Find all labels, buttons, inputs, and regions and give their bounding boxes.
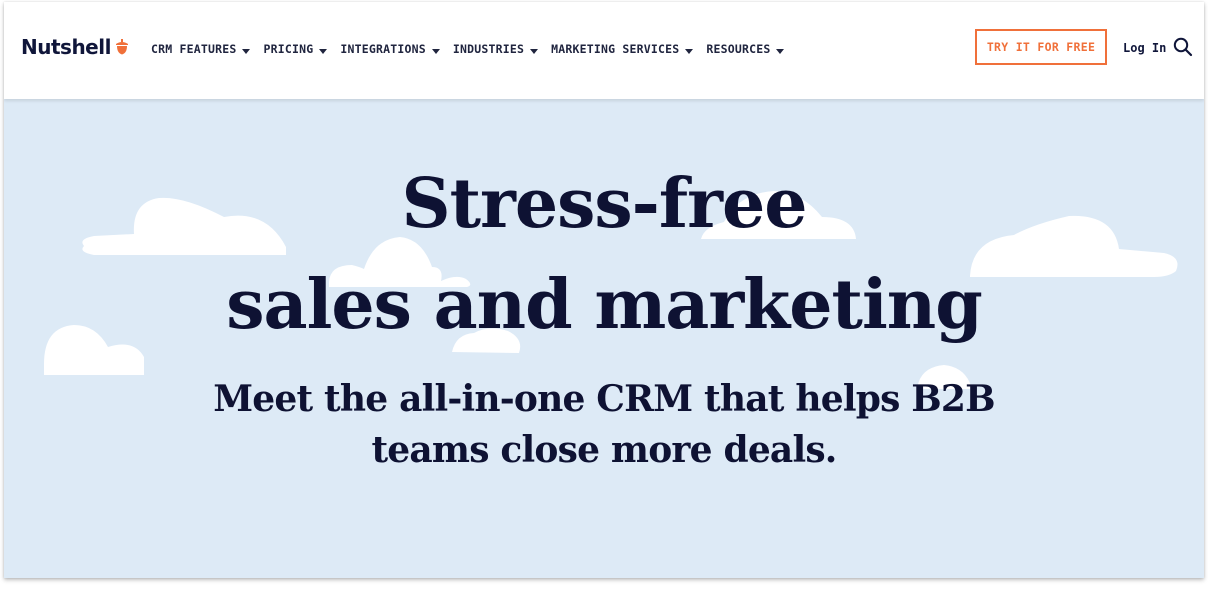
nav-item-industries[interactable]: INDUSTRIES	[452, 42, 539, 56]
hero-section: Stress-free sales and marketing Meet the…	[4, 99, 1204, 578]
site-header: Nutshell CRM FEATURES PRICING INTEGRATIO…	[4, 2, 1204, 99]
nav-item-label: INDUSTRIES	[452, 42, 525, 56]
chevron-down-icon	[431, 48, 440, 54]
nav-item-label: PRICING	[263, 42, 314, 56]
nav-item-label: MARKETING SERVICES	[551, 42, 680, 56]
nav-item-label: INTEGRATIONS	[340, 42, 426, 56]
nav-item-crm-features[interactable]: CRM FEATURES	[151, 42, 251, 56]
nav-item-label: CRM FEATURES	[151, 42, 237, 56]
chevron-down-icon	[319, 48, 328, 54]
nav-item-label: RESOURCES	[706, 42, 771, 56]
chevron-down-icon	[685, 48, 694, 54]
nav-item-integrations[interactable]: INTEGRATIONS	[340, 42, 440, 56]
try-it-for-free-button[interactable]: TRY IT FOR FREE	[975, 29, 1107, 65]
nav-item-resources[interactable]: RESOURCES	[706, 42, 785, 56]
chevron-down-icon	[242, 48, 251, 54]
search-icon[interactable]	[1173, 37, 1193, 57]
chevron-down-icon	[776, 48, 785, 54]
log-in-link[interactable]: Log In	[1123, 41, 1166, 55]
nav-item-pricing[interactable]: PRICING	[263, 42, 328, 56]
chevron-down-icon	[530, 48, 539, 54]
hero-headline-line-1: Stress-free	[401, 164, 807, 244]
hero-headline-line-2: sales and marketing	[226, 265, 983, 345]
main-nav: CRM FEATURES PRICING INTEGRATIONS INDUST…	[151, 42, 797, 56]
try-it-for-free-label: TRY IT FOR FREE	[986, 40, 1096, 54]
hero-subheadline-line-2: teams close more deals.	[371, 429, 837, 471]
page-frame: Nutshell CRM FEATURES PRICING INTEGRATIO…	[4, 2, 1204, 578]
logo-text: Nutshell	[21, 35, 111, 59]
nav-item-marketing-services[interactable]: MARKETING SERVICES	[551, 42, 694, 56]
acorn-icon	[115, 39, 128, 55]
hero-subheadline-line-1: Meet the all-in-one CRM that helps B2B	[213, 378, 995, 420]
logo[interactable]: Nutshell	[21, 35, 129, 59]
